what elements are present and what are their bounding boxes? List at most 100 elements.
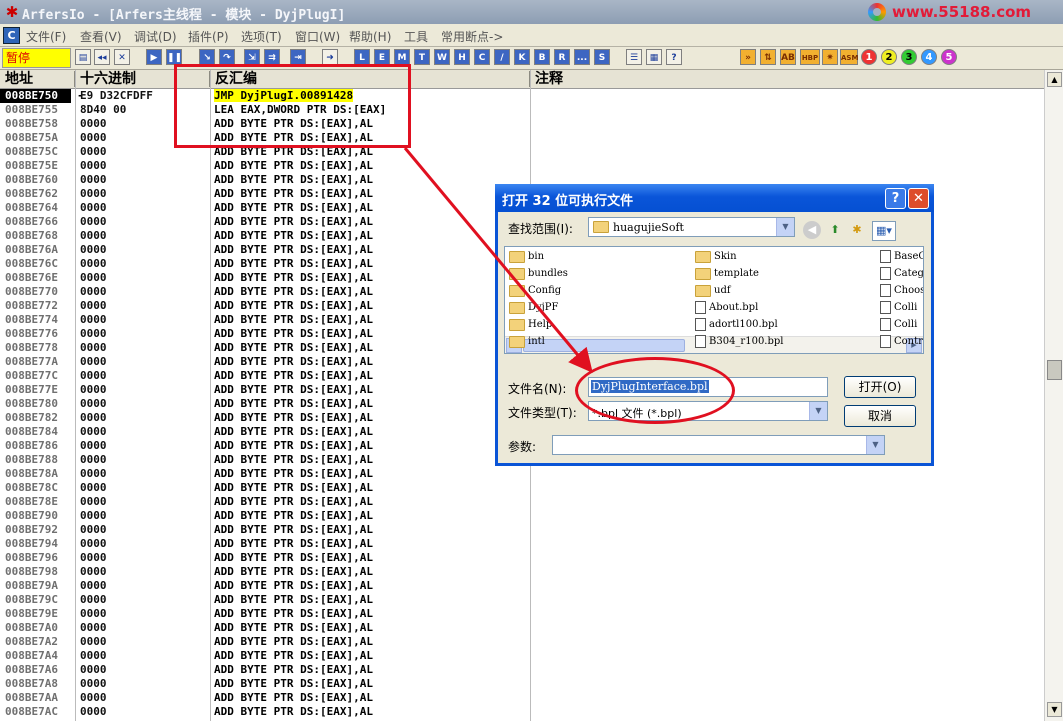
menu-options[interactable]: 选项(T) <box>241 28 282 45</box>
cell-address[interactable]: 008BE790 <box>5 509 58 523</box>
toolbar-letter-R[interactable]: R <box>554 49 570 65</box>
cell-hex[interactable]: 0000 <box>80 201 107 215</box>
cell-hex[interactable]: 0000 <box>80 131 107 145</box>
cell-address[interactable]: 008BE7A6 <box>5 663 58 677</box>
toolbar-letter-E[interactable]: E <box>374 49 390 65</box>
cell-disasm[interactable]: ADD BYTE PTR DS:[EAX],AL <box>214 271 373 285</box>
cell-address[interactable]: 008BE764 <box>5 201 58 215</box>
table-row[interactable]: 008BE755 8D40 00 LEA EAX,DWORD PTR DS:[EAX… <box>0 103 1044 117</box>
chevron-down-icon[interactable]: ▼ <box>866 436 884 454</box>
cell-address[interactable]: 008BE7A0 <box>5 621 58 635</box>
view-menu-icon[interactable]: ▦▾ <box>872 221 896 241</box>
cell-disasm[interactable]: ADD BYTE PTR DS:[EAX],AL <box>214 537 373 551</box>
toolbar-letter-H[interactable]: H <box>454 49 470 65</box>
cell-hex[interactable]: 0000 <box>80 551 107 565</box>
open-icon[interactable]: ▤ <box>75 49 91 65</box>
cell-hex[interactable]: 0000 <box>80 215 107 229</box>
cell-hex[interactable]: 0000 <box>80 537 107 551</box>
cell-disasm[interactable]: ADD BYTE PTR DS:[EAX],AL <box>214 649 373 663</box>
play-icon[interactable]: ▶ <box>146 49 162 65</box>
toolbar-letter-C[interactable]: C <box>474 49 490 65</box>
cell-disasm[interactable]: ADD BYTE PTR DS:[EAX],AL <box>214 159 373 173</box>
table-row[interactable]: 008BE750- E9 D32CFDFF JMP DyjPlugI.0089142… <box>0 89 1044 103</box>
cell-hex[interactable]: 0000 <box>80 635 107 649</box>
table-row[interactable]: 008BE7A0 0000 ADD BYTE PTR DS:[EAX],AL <box>0 621 1044 635</box>
menu-tools[interactable]: 工具 <box>404 28 428 45</box>
file-list-item[interactable]: intl <box>509 334 545 350</box>
cell-hex[interactable]: 0000 <box>80 565 107 579</box>
cell-address[interactable]: 008BE77E <box>5 383 58 397</box>
cell-disasm[interactable]: ADD BYTE PTR DS:[EAX],AL <box>214 215 373 229</box>
menu-file[interactable]: 文件(F) <box>26 28 66 45</box>
cell-disasm[interactable]: ADD BYTE PTR DS:[EAX],AL <box>214 439 373 453</box>
cell-hex[interactable]: 0000 <box>80 691 107 705</box>
cell-disasm[interactable]: ADD BYTE PTR DS:[EAX],AL <box>214 369 373 383</box>
cell-address[interactable]: 008BE794 <box>5 537 58 551</box>
cell-disasm[interactable]: ADD BYTE PTR DS:[EAX],AL <box>214 691 373 705</box>
file-list-item[interactable]: adortl100.bpl <box>695 317 778 333</box>
cell-disasm[interactable]: ADD BYTE PTR DS:[EAX],AL <box>214 299 373 313</box>
cell-disasm[interactable]: ADD BYTE PTR DS:[EAX],AL <box>214 257 373 271</box>
bookmark-1-button[interactable]: 1 <box>861 49 877 65</box>
scroll-thumb[interactable] <box>1047 360 1062 380</box>
cell-address[interactable]: 008BE79A <box>5 579 58 593</box>
chevron-down-icon[interactable]: ▼ <box>776 218 794 236</box>
table-row[interactable]: 008BE79A 0000 ADD BYTE PTR DS:[EAX],AL <box>0 579 1044 593</box>
cell-hex[interactable]: 0000 <box>80 243 107 257</box>
cell-address[interactable]: 008BE76A <box>5 243 58 257</box>
toolbar-letter-T[interactable]: T <box>414 49 430 65</box>
cell-disasm[interactable]: ADD BYTE PTR DS:[EAX],AL <box>214 467 373 481</box>
cell-hex[interactable]: 0000 <box>80 117 107 131</box>
cell-hex[interactable]: 0000 <box>80 229 107 243</box>
plugin-swap-icon[interactable]: ⇅ <box>760 49 776 65</box>
cell-address[interactable]: 008BE762 <box>5 187 58 201</box>
cell-address[interactable]: 008BE77C <box>5 369 58 383</box>
cell-hex[interactable]: 0000 <box>80 453 107 467</box>
cell-hex[interactable]: 0000 <box>80 481 107 495</box>
cell-disasm[interactable]: ADD BYTE PTR DS:[EAX],AL <box>214 579 373 593</box>
cell-disasm[interactable]: ADD BYTE PTR DS:[EAX],AL <box>214 523 373 537</box>
cell-address[interactable]: 008BE750 <box>0 89 71 103</box>
table-row[interactable]: 008BE798 0000 ADD BYTE PTR DS:[EAX],AL <box>0 565 1044 579</box>
file-list-item[interactable]: udf <box>695 283 731 299</box>
cell-hex[interactable]: 0000 <box>80 509 107 523</box>
close-icon[interactable]: ✕ <box>114 49 130 65</box>
cell-hex[interactable]: 0000 <box>80 397 107 411</box>
file-list-item[interactable]: Help <box>509 317 552 333</box>
col-comment[interactable]: 注释 <box>530 71 1044 87</box>
file-list-item[interactable]: Skin <box>695 249 737 265</box>
cell-disasm[interactable]: ADD BYTE PTR DS:[EAX],AL <box>214 173 373 187</box>
cell-disasm[interactable]: ADD BYTE PTR DS:[EAX],AL <box>214 705 373 719</box>
back-icon[interactable]: ◀ <box>803 221 821 239</box>
toolbar-letter-K[interactable]: K <box>514 49 530 65</box>
cell-disasm[interactable]: ADD BYTE PTR DS:[EAX],AL <box>214 565 373 579</box>
cell-hex[interactable]: 0000 <box>80 663 107 677</box>
table-row[interactable]: 008BE792 0000 ADD BYTE PTR DS:[EAX],AL <box>0 523 1044 537</box>
file-list-item[interactable]: Config <box>509 283 561 299</box>
toolbar-letter-S[interactable]: S <box>594 49 610 65</box>
table-row[interactable]: 008BE78E 0000 ADD BYTE PTR DS:[EAX],AL <box>0 495 1044 509</box>
file-list-item[interactable]: bundles <box>509 266 568 282</box>
cell-disasm[interactable]: ADD BYTE PTR DS:[EAX],AL <box>214 411 373 425</box>
asm-button[interactable]: ASM <box>840 49 858 65</box>
dialog-help-button[interactable]: ? <box>885 188 906 209</box>
table-row[interactable]: 008BE79E 0000 ADD BYTE PTR DS:[EAX],AL <box>0 607 1044 621</box>
cell-address[interactable]: 008BE7A2 <box>5 635 58 649</box>
cell-hex[interactable]: E9 D32CFDFF <box>80 89 153 103</box>
scroll-up-icon[interactable]: ▲ <box>1047 72 1062 87</box>
goto-icon[interactable]: ➜ <box>322 49 338 65</box>
table-row[interactable]: 008BE794 0000 ADD BYTE PTR DS:[EAX],AL <box>0 537 1044 551</box>
file-list-item[interactable]: Contr <box>880 334 923 350</box>
menu-breakpoints[interactable]: 常用断点-> <box>441 28 503 45</box>
menu-view[interactable]: 查看(V) <box>80 28 122 45</box>
table-row[interactable]: 008BE75C 0000 ADD BYTE PTR DS:[EAX],AL <box>0 145 1044 159</box>
cancel-button[interactable]: 取消 <box>844 405 916 427</box>
plugin-gear-icon[interactable]: ✷ <box>822 49 838 65</box>
cell-hex[interactable]: 0000 <box>80 523 107 537</box>
cell-address[interactable]: 008BE786 <box>5 439 58 453</box>
hbp-button[interactable]: HBP <box>800 49 820 65</box>
file-list-item[interactable]: Colli <box>880 300 917 316</box>
trace-over-icon[interactable]: ⇉ <box>264 49 280 65</box>
cell-address[interactable]: 008BE776 <box>5 327 58 341</box>
cell-hex[interactable]: 0000 <box>80 341 107 355</box>
